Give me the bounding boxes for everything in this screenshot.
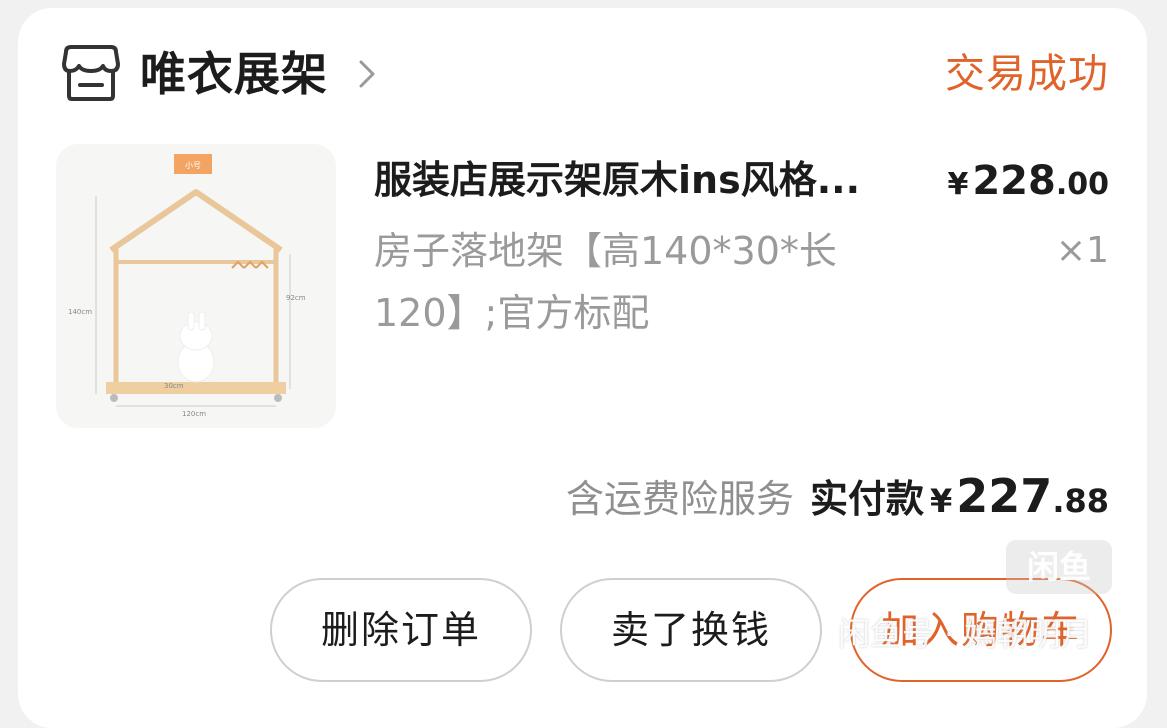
price-decimal: .00 <box>1055 167 1109 202</box>
paid-label: 实付款 <box>810 477 925 521</box>
product-title[interactable]: 服装店展示架原木ins风格... <box>374 150 944 210</box>
dim-depth-label: 30cm <box>164 382 184 390</box>
price-currency: ¥ <box>947 167 969 202</box>
product-thumbnail[interactable]: 小号 140cm 92cm 30cm 120cm <box>56 144 336 428</box>
dim-side-label: 92cm <box>286 294 306 302</box>
chevron-right-icon[interactable] <box>356 56 378 92</box>
dim-width-label: 120cm <box>182 410 206 418</box>
product-spec: 房子落地架【高140*30*长120】;官方标配 <box>374 229 837 335</box>
product-price: ¥228.00 <box>947 156 1109 214</box>
product-quantity: ×1 <box>1055 230 1109 271</box>
delete-order-button[interactable]: 删除订单 <box>270 578 532 682</box>
shop-name[interactable]: 唯衣展架 <box>140 44 328 104</box>
paid-integer: 227 <box>956 469 1053 523</box>
paid-currency: ¥ <box>930 482 953 520</box>
shipping-insurance-note: 含运费险服务 <box>565 477 794 521</box>
paid-decimal: .88 <box>1052 482 1109 520</box>
resell-button[interactable]: 卖了换钱 <box>560 578 822 682</box>
order-status: 交易成功 <box>945 51 1109 97</box>
thumbnail-tag: 小号 <box>185 161 201 170</box>
watermark-badge: 闲鱼 <box>1006 540 1112 594</box>
dim-height-label: 140cm <box>68 308 92 316</box>
house-rack-image: 小号 140cm 92cm 30cm 120cm <box>68 154 306 418</box>
order-total: 含运费险服务 实付款 ¥227.88 <box>566 466 1109 537</box>
price-integer: 228 <box>972 158 1056 204</box>
store-icon <box>62 45 120 101</box>
watermark-text: 闲鱼号 · 嫣朝明月 <box>838 615 1093 653</box>
